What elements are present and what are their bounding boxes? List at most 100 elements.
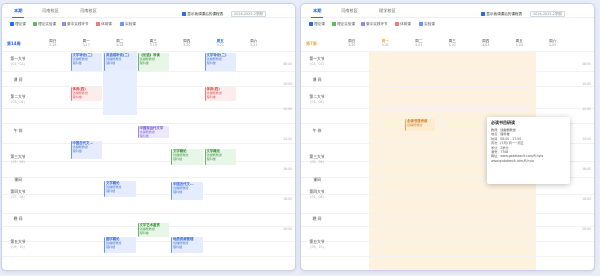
course-card[interactable]: 文学概论 钱樾楷教授 理科楼 <box>204 149 236 165</box>
course-card[interactable]: 文学概论 钱樾楷教授 理科楼 <box>171 149 203 165</box>
legend-swatch-icon <box>120 22 124 26</box>
period-name: 晚 间 <box>312 216 322 221</box>
timetable-grid: 第一大节 (01、02) 课 间第二大节 (03、04) 午 休第三大节 (05、06) 课… <box>2 51 295 270</box>
tooltip-line: www.gxdataeclt.com/R.hyia <box>491 158 534 163</box>
course-card[interactable]: 体育(四) 钱樾楷教授 理科楼 <box>70 87 102 101</box>
period-name: 课间 <box>14 177 22 182</box>
period-label: 课 间 <box>4 77 32 83</box>
day-header[interactable]: 周日 3-30 <box>335 39 369 47</box>
day-header[interactable]: 周三 4-02 <box>436 39 470 47</box>
day-header[interactable]: 周六 4-05 <box>536 39 570 47</box>
period-time: (07、08) <box>11 194 25 199</box>
tab-current[interactable]: 本期 <box>310 8 324 18</box>
period-name: 第三大节 <box>309 154 325 159</box>
day-header[interactable]: 周一 3-17 <box>70 39 104 47</box>
period-time: (09、10) <box>310 244 324 249</box>
period-time: (03、04) <box>310 99 324 104</box>
grid-line <box>301 194 594 195</box>
course-card[interactable]: 文学艺术鉴赏 钱樾楷教授 理科楼 <box>137 223 169 237</box>
legend-swatch-icon <box>33 22 37 26</box>
day-date: 4-03 <box>482 43 490 48</box>
grid-line <box>2 256 295 257</box>
day-header[interactable]: 周日 3-16 <box>36 39 70 47</box>
course-card[interactable]: 文学概论 钱樾楷教授 理科楼 <box>104 181 136 197</box>
course-card[interactable]: 体育(四) 钱樾楷教授 理科楼 <box>204 87 236 101</box>
tab-campus-c[interactable]: 理学校区 <box>379 8 396 14</box>
tab-campus-a[interactable]: 河南校区 <box>341 8 358 14</box>
course-room: 理科楼 <box>106 60 116 65</box>
legend-swatch-icon <box>419 22 423 26</box>
course-teacher: 钱樾楷教授 <box>407 122 423 127</box>
grid-line <box>301 213 594 214</box>
period-time: (01、02) <box>11 61 25 66</box>
day-date: 3-18 <box>116 43 124 48</box>
period-label: 第二大节 (03、04) <box>4 94 32 104</box>
course-room: 理科楼 <box>139 60 149 65</box>
course-card[interactable]: 文学导论(二) 钱樾楷教授 理科楼 <box>204 53 236 71</box>
day-date: 3-21 <box>216 43 224 48</box>
course-tooltip: 必读书目研读 教师：钱樾楷教授 地点：理科楼 时间：08:00 - 17:50 … <box>487 117 570 184</box>
period-name: 课间 <box>313 177 321 182</box>
adjusted-schedule-checkbox[interactable]: 显示我调课后的课程表 <box>182 12 223 17</box>
period-name: 第五大节 <box>10 239 26 244</box>
course-room: 理科楼 <box>139 230 149 235</box>
period-name: 第一大节 <box>10 56 26 61</box>
time-label: 14:00 <box>582 137 591 141</box>
semester-select[interactable]: 2024-2025-2学期 <box>530 11 565 17</box>
period-label: 第三大节 (05、06) <box>4 154 32 164</box>
time-label: 16:00 <box>283 167 292 171</box>
course-card[interactable]: 英语视听说(二) 钱樾楷教授 理科楼 <box>104 53 136 71</box>
day-date: 3-22 <box>250 43 258 48</box>
time-label: 16:00 <box>582 167 591 171</box>
day-header[interactable]: 周四 3-20 <box>170 39 204 47</box>
course-card[interactable]: 中国古代文... 钱樾楷教授 理科楼 <box>70 141 102 159</box>
period-time: (09、10) <box>11 244 25 249</box>
tab-current[interactable]: 本期 <box>11 8 25 18</box>
period-label: 第一大节 (01、02) <box>4 56 32 66</box>
semester-select[interactable]: 2024-2025-2学期 <box>231 11 266 17</box>
grid-line <box>2 71 295 72</box>
period-name: 课 间 <box>13 77 23 82</box>
course-card[interactable]: 地质资源管理 钱樾楷教授 理科楼 <box>171 237 203 253</box>
course-card[interactable]: 《论语》导读 钱樾楷教授 理科楼 <box>137 53 169 71</box>
day-header[interactable]: 周二 4-01 <box>402 39 436 47</box>
period-name: 午 休 <box>13 128 23 133</box>
tab-campus-b[interactable]: 河南校区 <box>80 8 97 14</box>
grid-line <box>2 123 295 124</box>
period-name: 第三大节 <box>10 154 26 159</box>
day-date: 3-31 <box>381 43 389 48</box>
day-date: 3-30 <box>348 43 356 48</box>
course-room: 理科楼 <box>173 156 183 161</box>
day-header[interactable]: 周一 3-31 <box>369 39 403 47</box>
grid-line <box>2 108 295 109</box>
legend-swatch-icon <box>309 22 313 26</box>
day-header[interactable]: 周五 4-04 <box>503 39 537 47</box>
day-date: 3-20 <box>183 43 191 48</box>
course-room: 理科楼 <box>106 244 116 249</box>
tab-campus-a[interactable]: 河南校区 <box>42 8 59 14</box>
period-label: 第四大节 (07、08) <box>4 189 32 199</box>
legend-swatch-icon <box>62 22 66 26</box>
day-header[interactable]: 周四 4-03 <box>469 39 503 47</box>
period-label: 课 间 <box>303 77 331 83</box>
day-header[interactable]: 周五 3-21 <box>204 39 238 47</box>
course-card[interactable]: 文学导论(二) 钱樾楷教授 理科楼 <box>70 53 102 71</box>
course-room: 理科楼 <box>72 94 82 99</box>
day-date: 3-19 <box>149 43 157 48</box>
course-card[interactable]: 中国现当代文学 钱樾楷教授 理科楼 <box>137 126 169 138</box>
period-time: (07、08) <box>310 194 324 199</box>
course-room: 理科楼 <box>173 244 183 249</box>
checkbox-icon <box>481 12 485 16</box>
course-card[interactable]: 国学概论 钱樾楷教授 理科楼 <box>104 237 136 253</box>
week-indicator[interactable]: 第14周 <box>7 41 21 47</box>
period-name: 第二大节 <box>309 94 325 99</box>
course-card[interactable]: 中国古代文... 钱樾楷教授 理科楼 <box>171 182 203 200</box>
adjusted-schedule-checkbox[interactable]: 显示我调课后的课程表 <box>481 12 522 17</box>
day-header[interactable]: 周三 3-19 <box>137 39 171 47</box>
day-header[interactable]: 周二 3-18 <box>103 39 137 47</box>
week-indicator[interactable]: 第7周 <box>306 41 317 47</box>
course-room: 理科楼 <box>206 94 216 99</box>
day-header[interactable]: 周六 3-22 <box>237 39 271 47</box>
course-card[interactable]: 必读书目研读 钱樾楷教授 <box>405 119 435 131</box>
period-label: 晚 间 <box>303 216 331 222</box>
